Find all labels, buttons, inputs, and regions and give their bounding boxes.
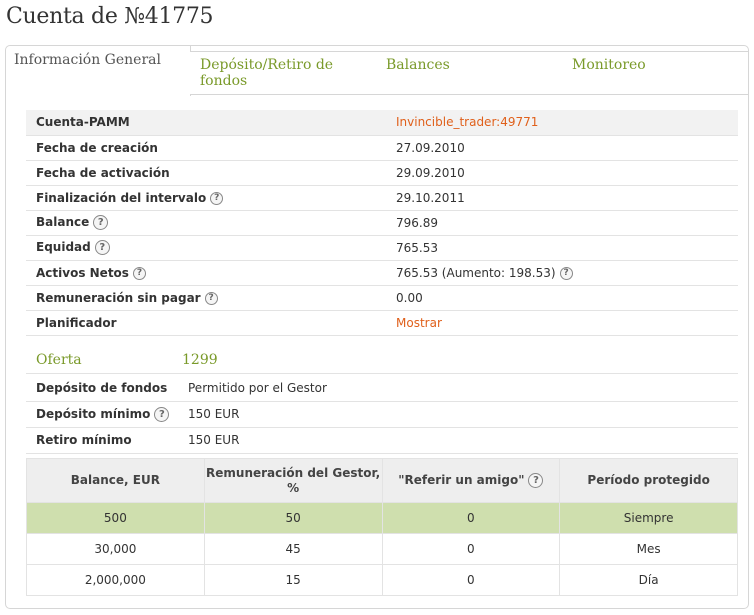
help-icon[interactable]: ? <box>154 406 170 422</box>
tab-bar: Información General Depósito/Retiro de f… <box>6 46 748 96</box>
info-label-cell: Remuneración sin pagar? <box>26 285 386 311</box>
table-cell: 30,000 <box>26 533 205 565</box>
tab-monitoring[interactable]: Monitoreo <box>562 51 748 95</box>
info-label-cell: Activos Netos? <box>26 260 386 286</box>
show-planner-link[interactable]: Mostrar <box>386 310 738 336</box>
info-row: Fecha de activación 29.09.2010 <box>26 160 738 186</box>
info-label: Balance <box>36 215 90 229</box>
info-label: Equidad <box>36 240 91 254</box>
info-row: Balance? 796.89 <box>26 210 738 236</box>
info-value: 27.09.2010 <box>386 135 738 161</box>
page-title: Cuenta de №41775 <box>6 4 214 29</box>
table-row: 30,000 45 0 Mes <box>26 533 738 565</box>
info-row: Activos Netos? 765.53 (Aumento: 198.53)? <box>26 260 738 286</box>
info-row: Finalización del intervalo? 29.10.2011 <box>26 185 738 211</box>
tab-general-info[interactable]: Información General <box>6 46 191 96</box>
table-cell: 500 <box>26 502 205 534</box>
table-cell: 0 <box>381 564 561 596</box>
info-value: 29.09.2010 <box>386 160 738 186</box>
help-icon[interactable]: ? <box>94 240 110 255</box>
offer-row-label-cell: Depósito mínimo? <box>26 401 178 428</box>
offer-row-value: Permitido por el Gestor <box>178 375 738 402</box>
column-header: "Referir un amigo" <box>398 473 525 487</box>
info-row: Cuenta-PAMM Invincible_trader:49771 <box>26 110 738 136</box>
info-row: Remuneración sin pagar? 0.00 <box>26 285 738 311</box>
offer-row-label: Depósito de fondos <box>26 375 178 402</box>
info-row: Fecha de creación 27.09.2010 <box>26 135 738 161</box>
column-header: Remuneración del Gestor, % <box>203 458 383 503</box>
info-value-cell: 765.53 (Aumento: 198.53)? <box>386 260 738 286</box>
offer-label: Oferta <box>36 352 82 368</box>
table-cell: Siempre <box>559 502 738 534</box>
table-cell: 0 <box>381 502 561 534</box>
help-icon[interactable]: ? <box>210 191 224 205</box>
offer-row-label: Retiro mínimo <box>26 427 178 454</box>
info-label: Planificador <box>26 310 386 336</box>
offer-row: Depósito mínimo? 150 EUR <box>26 401 738 428</box>
table-cell: Día <box>559 564 738 596</box>
column-header: Balance, EUR <box>26 458 205 503</box>
rates-header-row: Balance, EUR Remuneración del Gestor, % … <box>26 458 738 503</box>
info-row: Equidad? 765.53 <box>26 235 738 261</box>
info-label: Cuenta-PAMM <box>26 110 386 136</box>
offer-table: Depósito de fondos Permitido por el Gest… <box>26 375 738 454</box>
help-icon[interactable]: ? <box>528 473 544 488</box>
column-header-cell: "Referir un amigo"? <box>381 458 561 503</box>
offer-row: Depósito de fondos Permitido por el Gest… <box>26 375 738 402</box>
table-row: 2,000,000 15 0 Día <box>26 564 738 596</box>
info-label: Fecha de creación <box>26 135 386 161</box>
info-value: 765.53 <box>386 235 738 261</box>
info-label-cell: Equidad? <box>26 235 386 261</box>
pamm-account-link[interactable]: Invincible_trader:49771 <box>386 110 738 136</box>
offer-number: 1299 <box>182 352 218 368</box>
table-cell: Mes <box>559 533 738 565</box>
offer-row-value: 150 EUR <box>178 427 738 454</box>
info-label-cell: Finalización del intervalo? <box>26 185 386 211</box>
info-label-cell: Balance? <box>26 210 386 236</box>
help-icon[interactable]: ? <box>204 291 218 305</box>
info-label: Fecha de activación <box>26 160 386 186</box>
table-cell: 0 <box>381 533 561 565</box>
offer-row-value: 150 EUR <box>178 401 738 428</box>
info-value: 0.00 <box>386 285 738 311</box>
info-value: 29.10.2011 <box>386 185 738 211</box>
table-row: 500 50 0 Siempre <box>26 502 738 534</box>
help-icon[interactable]: ? <box>132 266 146 280</box>
tab-deposit-withdraw[interactable]: Depósito/Retiro de fondos <box>190 51 377 95</box>
offer-row-label: Depósito mínimo <box>36 406 151 421</box>
help-icon[interactable]: ? <box>93 215 109 230</box>
table-cell: 50 <box>203 502 383 534</box>
info-row: Planificador Mostrar <box>26 310 738 336</box>
rates-table: Balance, EUR Remuneración del Gestor, % … <box>26 458 738 596</box>
table-cell: 15 <box>203 564 383 596</box>
account-panel: Información General Depósito/Retiro de f… <box>5 45 749 609</box>
info-label: Finalización del intervalo <box>36 190 207 205</box>
info-label: Remuneración sin pagar <box>36 290 201 305</box>
tab-balances[interactable]: Balances <box>376 51 563 95</box>
help-icon[interactable]: ? <box>559 266 573 280</box>
table-cell: 45 <box>203 533 383 565</box>
offer-header: Oferta 1299 <box>26 346 738 374</box>
column-header: Período protegido <box>559 458 738 503</box>
info-value: 765.53 (Aumento: 198.53) <box>396 265 556 280</box>
info-label: Activos Netos <box>36 265 129 280</box>
account-info-table: Cuenta-PAMM Invincible_trader:49771 Fech… <box>26 110 738 336</box>
info-value: 796.89 <box>386 210 738 236</box>
offer-row: Retiro mínimo 150 EUR <box>26 427 738 454</box>
table-cell: 2,000,000 <box>26 564 205 596</box>
